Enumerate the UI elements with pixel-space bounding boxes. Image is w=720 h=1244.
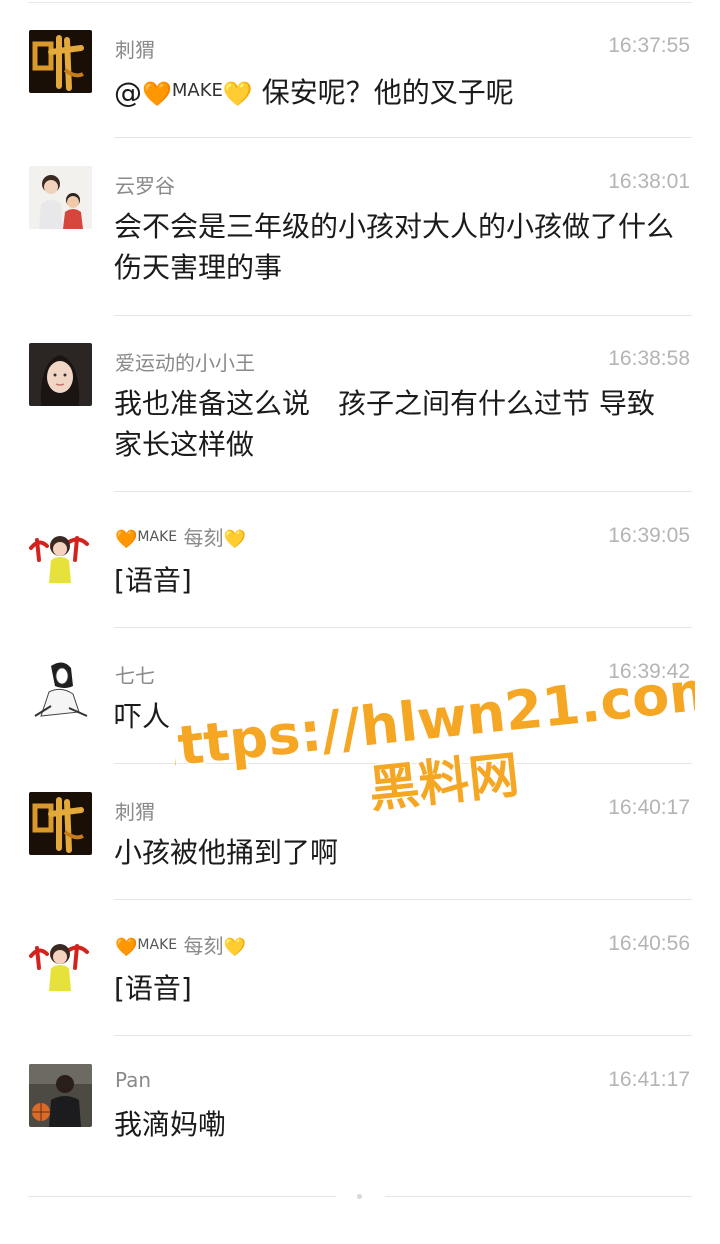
sender-name: 云罗谷 xyxy=(115,174,175,198)
voice-message[interactable]: [语音] xyxy=(114,968,684,1009)
end-divider-left xyxy=(28,1196,336,1197)
orange-heart-icon: 🧡 xyxy=(115,529,138,550)
message-text[interactable]: 吓人 xyxy=(114,696,684,737)
girl-portrait-avatar-icon xyxy=(29,343,92,406)
orange-heart-icon: 🧡 xyxy=(142,80,172,108)
divider xyxy=(114,627,692,628)
mother-child-photo-avatar-icon xyxy=(29,166,92,229)
watermark-site-name: 黑料网 xyxy=(366,746,521,819)
sender-name: 七七 xyxy=(115,664,155,688)
sender-name: 爱运动的小小王 xyxy=(115,351,255,375)
avatar[interactable] xyxy=(29,928,92,991)
divider xyxy=(114,137,692,138)
cartoon-girl-avatar-icon xyxy=(29,928,92,991)
gold-calligraphy-avatar-icon xyxy=(29,30,92,93)
message-text[interactable]: 小孩被他捅到了啊 xyxy=(114,832,684,873)
message-text[interactable]: 我也准备这么说 孩子之间有什么过节 导致家长这样做 xyxy=(114,383,679,465)
message-text[interactable]: @🧡MAKE💛 保安呢？他的叉子呢 xyxy=(114,70,684,115)
avatar[interactable] xyxy=(29,792,92,855)
end-dot xyxy=(357,1194,362,1199)
name-text: 每刻 xyxy=(177,934,224,958)
yellow-heart-icon: 💛 xyxy=(223,937,246,958)
message-time: 16:40:17 xyxy=(608,796,690,819)
divider xyxy=(114,1035,692,1036)
gold-calligraphy-avatar-icon xyxy=(29,792,92,855)
divider xyxy=(114,315,692,316)
end-divider-right xyxy=(385,1196,692,1197)
message-text[interactable]: 我滴妈嘞 xyxy=(114,1104,684,1145)
orange-heart-icon: 🧡 xyxy=(115,937,138,958)
message-time: 16:41:17 xyxy=(608,1068,690,1091)
message-time: 16:38:58 xyxy=(608,347,690,370)
voice-message[interactable]: [语音] xyxy=(114,560,684,601)
message-time: 16:38:01 xyxy=(608,170,690,193)
sender-name: Pan xyxy=(115,1068,152,1092)
cartoon-girl-avatar-icon xyxy=(29,520,92,583)
divider xyxy=(114,899,692,900)
message-body: 保安呢？他的叉子呢 xyxy=(252,76,514,109)
message-time: 16:39:05 xyxy=(608,524,690,547)
name-make: MAKE xyxy=(137,529,178,545)
divider xyxy=(114,763,692,764)
message-text[interactable]: 会不会是三年级的小孩对大人的小孩做了什么伤天害理的事 xyxy=(114,206,679,288)
message-time: 16:40:56 xyxy=(608,932,690,955)
name-text: 每刻 xyxy=(177,526,224,550)
at-symbol: @ xyxy=(114,76,142,109)
yellow-heart-icon: 💛 xyxy=(223,529,246,550)
avatar[interactable] xyxy=(29,1064,92,1127)
avatar[interactable] xyxy=(29,343,92,406)
mention-name: MAKE xyxy=(171,80,223,101)
top-divider xyxy=(28,2,692,3)
yellow-heart-icon: 💛 xyxy=(222,80,253,108)
sketch-girl-avatar-icon xyxy=(29,656,92,719)
sender-name: 🧡MAKE 每刻💛 xyxy=(115,522,246,551)
message-time: 16:39:42 xyxy=(608,660,690,683)
sender-name: 刺猬 xyxy=(115,800,155,824)
sender-name: 🧡MAKE 每刻💛 xyxy=(115,930,246,959)
avatar[interactable] xyxy=(29,656,92,719)
sender-name: 刺猬 xyxy=(115,38,155,62)
basketball-player-avatar-icon xyxy=(29,1064,92,1127)
message-time: 16:37:55 xyxy=(608,34,690,57)
divider xyxy=(114,491,692,492)
avatar[interactable] xyxy=(29,30,92,93)
avatar[interactable] xyxy=(29,520,92,583)
avatar[interactable] xyxy=(29,166,92,229)
name-make: MAKE xyxy=(137,937,178,953)
